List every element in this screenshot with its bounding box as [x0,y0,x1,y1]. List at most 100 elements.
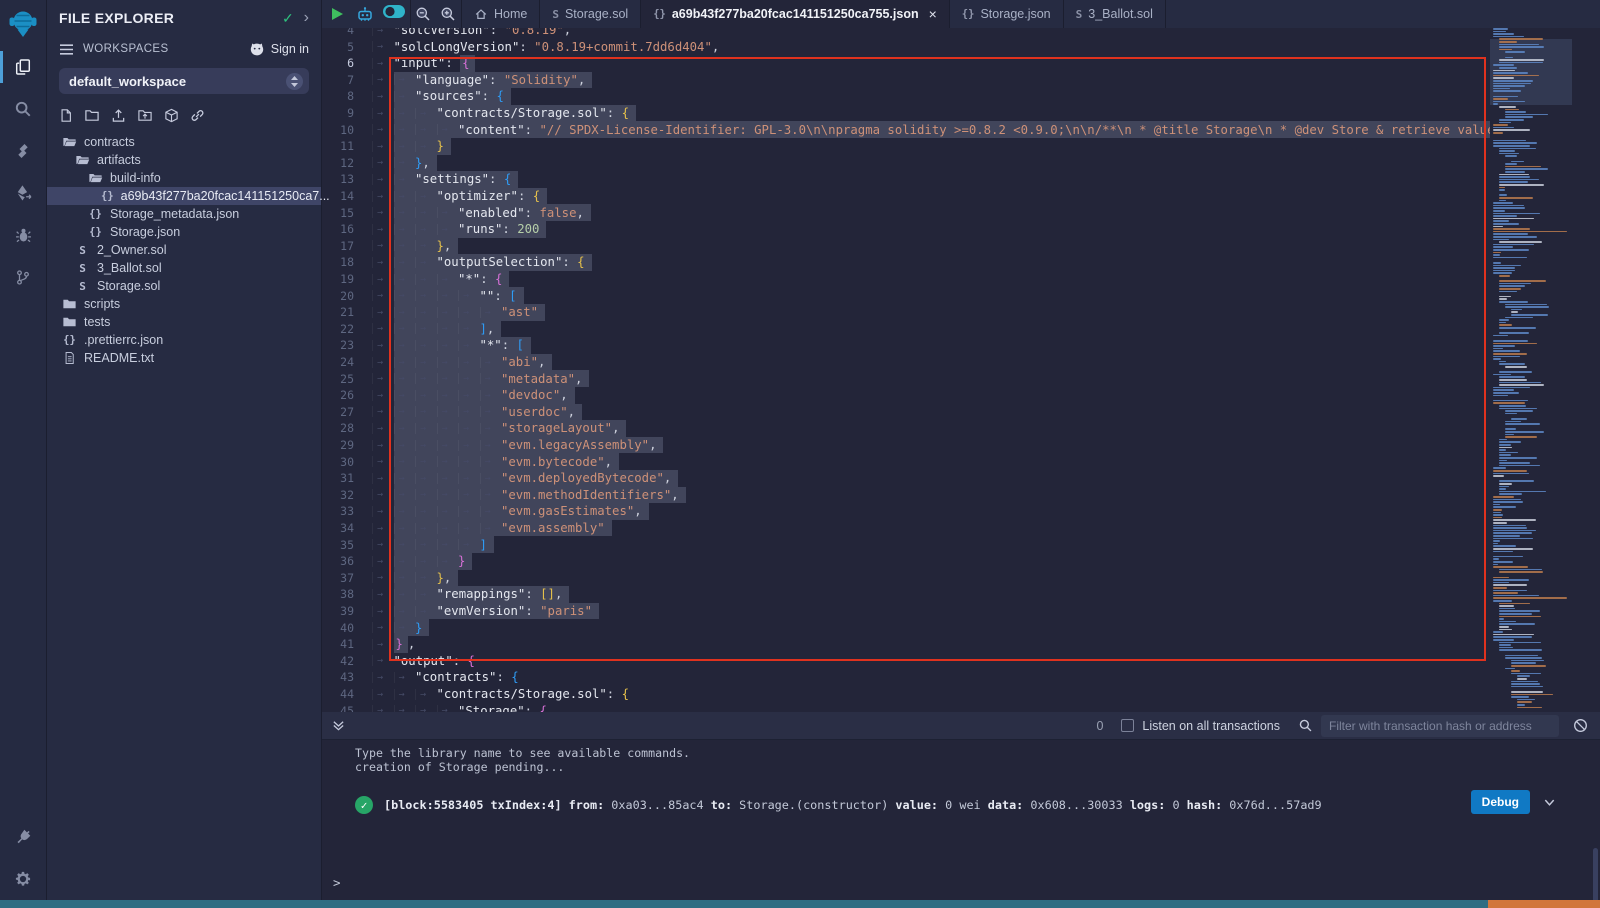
line-number: 40 [322,621,372,635]
transaction-row[interactable]: ✓ [block:5583405 txIndex:4] from: 0xa03.… [355,796,1480,814]
file-tree-item[interactable]: artifacts [47,151,321,169]
tab-whitespace-icon: → [394,357,416,368]
file-tree-item[interactable]: scripts [47,295,321,313]
run-button[interactable] [322,0,352,28]
ai-assistant-button[interactable] [352,0,378,28]
minimap-line [1493,353,1527,355]
selection-highlight: →→→"content": "// SPDX-License-Identifie… [394,121,1491,138]
workspaces-menu-icon[interactable] [59,43,74,56]
code-editor[interactable]: 4→"solcVersion": "0.8.19",5→"solcLongVer… [322,28,1600,712]
minimap-line [1493,249,1529,251]
file-tree-item[interactable]: SStorage.sol [47,277,321,295]
close-icon[interactable]: × [929,6,937,22]
minimap[interactable] [1490,28,1572,712]
terminal-log-line: creation of Storage pending... [355,761,1600,775]
transaction-filter-input[interactable] [1321,715,1559,737]
minimap-line [1499,275,1510,277]
minimap-line [1493,246,1513,248]
tab-a69b43f277ba20fcac141151250ca755-json[interactable]: {}a69b43f277ba20fcac141151250ca755.json× [641,0,950,28]
tab-whitespace-icon: → [394,141,416,152]
rail-item-search[interactable] [0,88,47,130]
rail-item-file-explorer[interactable] [0,46,47,88]
tab-whitespace-icon: → [437,207,459,218]
tab-whitespace-icon: → [372,506,394,517]
terminal-scrollbar[interactable] [1593,848,1598,908]
selection-highlight: →→→→→"userdoc", [394,404,583,421]
minimap-line [1505,423,1540,425]
tab-storage-sol[interactable]: SStorage.sol [540,0,641,28]
terminal-search-icon[interactable] [1298,718,1313,733]
clear-console-icon[interactable] [1573,718,1588,733]
file-tree-item[interactable]: build-info [47,169,321,187]
rail-item-git[interactable] [0,256,47,298]
upload-folder-icon[interactable] [137,108,153,123]
file-tree-item[interactable]: {}a69b43f277ba20fcac141151250ca7... [47,187,321,205]
minimap-line [1511,662,1536,664]
line-number: 34 [322,521,372,535]
folder-open-icon [62,135,77,149]
tx-expand-icon[interactable] [1543,796,1556,809]
minimap-line [1499,618,1504,620]
file-tree-item[interactable]: S3_Ballot.sol [47,259,321,277]
rail-item-plugin-manager[interactable] [0,816,47,858]
tab-whitespace-icon: → [415,191,437,202]
debug-button[interactable]: Debug [1471,790,1530,814]
file-tree-item[interactable]: contracts [47,133,321,151]
file-text-icon [62,351,77,365]
listen-checkbox[interactable] [1121,719,1134,732]
sign-in-button[interactable]: Sign in [249,42,309,57]
check-icon[interactable]: ✓ [282,10,294,27]
tab-whitespace-icon: → [394,157,416,168]
code-line: 26→→→→→→"devdoc", [322,387,1490,404]
tab-whitespace-icon: → [415,572,437,583]
rail-item-settings[interactable] [0,858,47,900]
toggle-button[interactable] [378,0,410,28]
zoom-out-button[interactable] [411,0,435,28]
new-file-icon[interactable] [59,108,73,123]
rail-item-deploy-run[interactable] [0,172,47,214]
tab-whitespace-icon: → [437,224,459,235]
tab-home[interactable]: Home [462,0,540,28]
minimap-line [1499,613,1532,615]
rail-item-solidity-compiler[interactable] [0,130,47,172]
workspace-select[interactable]: default_workspace [59,68,309,94]
minimap-line [1493,374,1511,376]
rail-item-debugger[interactable] [0,214,47,256]
tab-whitespace-icon: → [480,307,502,318]
code-line: 45→→→→"Storage": { [322,702,1490,712]
minimap-line [1493,467,1506,469]
terminal: 0 Listen on all transactions Type the li… [322,712,1600,900]
minimap-line [1499,610,1540,612]
file-tree-item[interactable]: README.txt [47,349,321,367]
terminal-collapse-icon[interactable] [332,719,345,732]
tab-whitespace-icon: → [394,290,416,301]
code-line: 21→→→→→→"ast" [322,304,1490,321]
file-tree-item[interactable]: {}Storage.json [47,223,321,241]
zoom-in-button[interactable] [435,0,461,28]
remix-logo[interactable] [0,0,47,46]
tab-whitespace-icon: → [437,556,459,567]
minimap-line [1499,184,1544,186]
link-icon[interactable] [190,108,205,123]
cube-icon[interactable] [164,108,179,123]
tab-storage-json[interactable]: {}Storage.json [950,0,1064,28]
file-tree-item[interactable]: {}.prettierrc.json [47,331,321,349]
tab-3-ballot-sol[interactable]: S3_Ballot.sol [1064,0,1166,28]
minimap-line [1499,483,1512,485]
minimap-line [1517,701,1532,703]
folder-open-icon [75,153,90,167]
minimap-line [1499,642,1541,644]
tab-whitespace-icon: → [415,207,437,218]
file-tree-item[interactable]: S2_Owner.sol [47,241,321,259]
collapse-panel-icon[interactable]: › [304,9,309,27]
minimap-line [1493,257,1527,259]
selection-highlight: →→→→→"evm.gasEstimates", [394,503,649,520]
file-tree-item[interactable]: tests [47,313,321,331]
tx-field-label: to: [711,798,739,812]
new-folder-icon[interactable] [84,108,100,123]
selection-highlight: →→→→"": [ [394,287,524,304]
file-tree-item[interactable]: {}Storage_metadata.json [47,205,321,223]
minimap-line [1511,670,1520,672]
selection-highlight: →→"contracts/Storage.sol": { [394,105,637,122]
upload-file-icon[interactable] [111,108,126,123]
